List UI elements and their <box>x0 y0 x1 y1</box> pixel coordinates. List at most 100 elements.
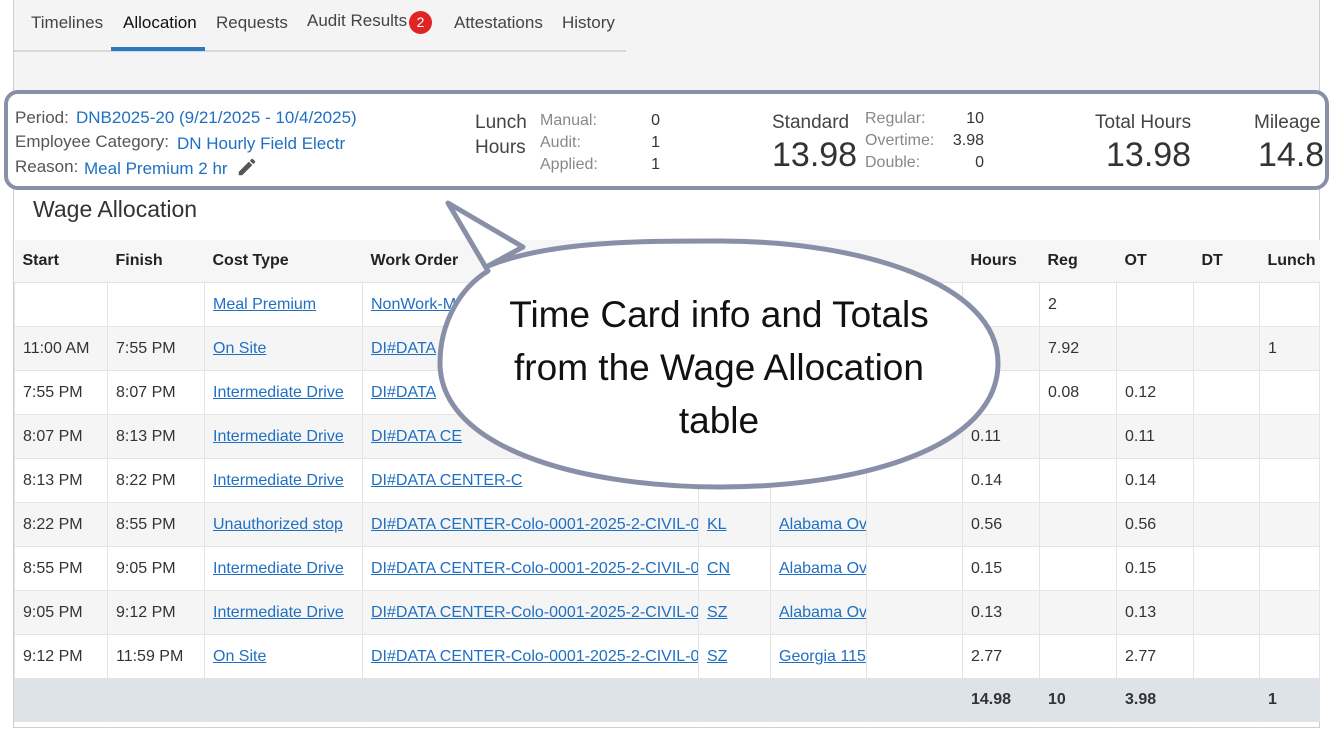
employee-category-label: Employee Category: <box>15 132 170 151</box>
table-cell-link[interactable]: DI#DATA CENTER-Colo-0001-2025-2-CIVIL-0 <box>371 560 698 577</box>
table-cell <box>1116 326 1194 371</box>
table-cell: DI#DATA CENTER-Colo-0001-2025-2-CIVIL-0 <box>362 502 699 547</box>
table-cell <box>1116 282 1194 327</box>
table-cell: On Site <box>204 634 363 679</box>
table-cell-link[interactable]: Intermediate Drive <box>213 428 344 445</box>
total-cell: 14.98 <box>962 678 1040 722</box>
table-cell: 0.08 <box>1039 370 1117 415</box>
tab-audit-results[interactable]: Audit Results <box>307 11 407 31</box>
total-hours-value: 13.98 <box>1106 136 1192 174</box>
reason-link[interactable]: Meal Premium 2 hr <box>84 159 228 179</box>
lunch-audit-label: Audit: <box>540 134 581 151</box>
total-cell <box>14 678 108 722</box>
tab-requests[interactable]: Requests <box>216 13 288 33</box>
table-cell: 7:55 PM <box>14 370 108 415</box>
active-tab-indicator <box>111 47 205 51</box>
table-cell-link[interactable]: CN <box>707 560 730 577</box>
column-header-finish[interactable]: Finish <box>107 240 205 283</box>
tab-allocation[interactable]: Allocation <box>123 13 197 33</box>
table-cell: Alabama Ov <box>770 546 867 591</box>
table-cell: 1 <box>1259 326 1320 371</box>
table-cell: 8:07 PM <box>14 414 108 459</box>
regular-value: 10 <box>966 110 984 127</box>
callout-text: Time Card info and Totals from the Wage … <box>509 294 929 441</box>
total-cell <box>362 678 699 722</box>
table-cell: KL <box>698 502 771 547</box>
total-cell <box>698 678 771 722</box>
table-cell: Georgia 115 <box>770 634 867 679</box>
column-header-lunch[interactable]: Lunch <box>1259 240 1320 283</box>
overtime-value: 3.98 <box>952 132 984 149</box>
period-label: Period: <box>15 108 69 127</box>
table-cell <box>1193 458 1260 503</box>
table-cell <box>1039 458 1117 503</box>
total-cell: 10 <box>1039 678 1117 722</box>
table-cell: 11:00 AM <box>14 326 108 371</box>
table-cell <box>1259 634 1320 679</box>
table-cell: 8:55 PM <box>14 546 108 591</box>
table-cell-link[interactable]: Alabama Ov <box>779 604 866 621</box>
column-header-start[interactable]: Start <box>14 240 108 283</box>
tab-attestations[interactable]: Attestations <box>454 13 543 33</box>
table-cell: DI#DATA CENTER-Colo-0001-2025-2-CIVIL-0 <box>362 546 699 591</box>
edit-pencil-icon[interactable] <box>236 156 258 178</box>
total-cell: 1 <box>1259 678 1320 722</box>
column-header-ot[interactable]: OT <box>1116 240 1194 283</box>
lunch-hours-title-line1: Lunch <box>475 112 527 133</box>
table-cell-link[interactable]: DI#DATA <box>371 340 436 357</box>
column-header-cost-type[interactable]: Cost Type <box>204 240 363 283</box>
column-header-reg[interactable]: Reg <box>1039 240 1117 283</box>
tab-timelines[interactable]: Timelines <box>31 13 103 33</box>
period-link[interactable]: DNB2025-20 (9/21/2025 - 10/4/2025) <box>76 108 357 128</box>
table-cell-link[interactable]: DI#DATA CENTER-Colo-0001-2025-2-CIVIL-0 <box>371 604 698 621</box>
table-row[interactable]: 8:22 PM 8:55 PM Unauthorized stop DI#DATA C… <box>14 502 1320 547</box>
standard-value: 13.98 <box>772 136 858 174</box>
table-cell <box>1193 634 1260 679</box>
table-cell-link[interactable]: SZ <box>707 648 727 665</box>
table-cell-link[interactable]: Alabama Ov <box>779 516 866 533</box>
table-cell: 0.56 <box>962 502 1040 547</box>
table-cell-link[interactable]: Intermediate Drive <box>213 604 344 621</box>
table-row[interactable]: 9:05 PM 9:12 PM Intermediate Drive DI#DATA … <box>14 590 1320 635</box>
table-cell <box>1193 370 1260 415</box>
table-cell: Intermediate Drive <box>204 458 363 503</box>
table-cell-link[interactable]: Intermediate Drive <box>213 560 344 577</box>
reason-label: Reason: <box>15 157 79 176</box>
tab-list: Timelines Allocation Requests Audit Resu… <box>14 0 626 53</box>
table-cell-link[interactable]: On Site <box>213 648 266 665</box>
table-cell <box>1259 458 1320 503</box>
table-cell-link[interactable]: Meal Premium <box>213 296 316 313</box>
table-cell: 0.15 <box>1116 546 1194 591</box>
table-cell-link[interactable]: DI#DATA CENTER-Colo-0001-2025-2-CIVIL-0 <box>371 648 698 665</box>
table-cell-link[interactable]: KL <box>707 516 727 533</box>
table-cell: DI#DATA CENTER-Colo-0001-2025-2-CIVIL-0 <box>362 590 699 635</box>
table-cell-link[interactable]: Unauthorized stop <box>213 516 343 533</box>
table-cell: 2.77 <box>962 634 1040 679</box>
table-cell: 8:13 PM <box>107 414 205 459</box>
table-cell-link[interactable]: Intermediate Drive <box>213 384 344 401</box>
table-cell: Meal Premium <box>204 282 363 327</box>
table-cell-link[interactable]: SZ <box>707 604 727 621</box>
table-cell <box>1193 282 1260 327</box>
table-cell: CN <box>698 546 771 591</box>
table-cell-link[interactable]: DI#DATA CENTER-Colo-0001-2025-2-CIVIL-0 <box>371 516 698 533</box>
table-cell-link[interactable]: On Site <box>213 340 266 357</box>
table-cell: 0.14 <box>1116 458 1194 503</box>
table-cell: Alabama Ov <box>770 590 867 635</box>
table-cell-link[interactable]: Intermediate Drive <box>213 472 344 489</box>
tab-history[interactable]: History <box>562 13 615 33</box>
table-cell-link[interactable]: Alabama Ov <box>779 560 866 577</box>
column-header-dt[interactable]: DT <box>1193 240 1260 283</box>
table-cell-link[interactable]: DI#DATA <box>371 384 436 401</box>
table-cell <box>107 282 205 327</box>
table-cell: Alabama Ov <box>770 502 867 547</box>
table-cell <box>1039 502 1117 547</box>
table-cell: 7:55 PM <box>107 326 205 371</box>
employee-category-link[interactable]: DN Hourly Field Electr <box>177 134 345 154</box>
table-row[interactable]: 8:55 PM 9:05 PM Intermediate Drive DI#DATA … <box>14 546 1320 591</box>
table-cell: DI#DATA CENTER-Colo-0001-2025-2-CIVIL-0 <box>362 634 699 679</box>
table-cell: 0.56 <box>1116 502 1194 547</box>
table-cell-link[interactable]: Georgia 115 <box>779 648 866 665</box>
table-row[interactable]: 9:12 PM 11:59 PM On Site DI#DATA CENTER-Col… <box>14 634 1320 679</box>
table-cell: 11:59 PM <box>107 634 205 679</box>
